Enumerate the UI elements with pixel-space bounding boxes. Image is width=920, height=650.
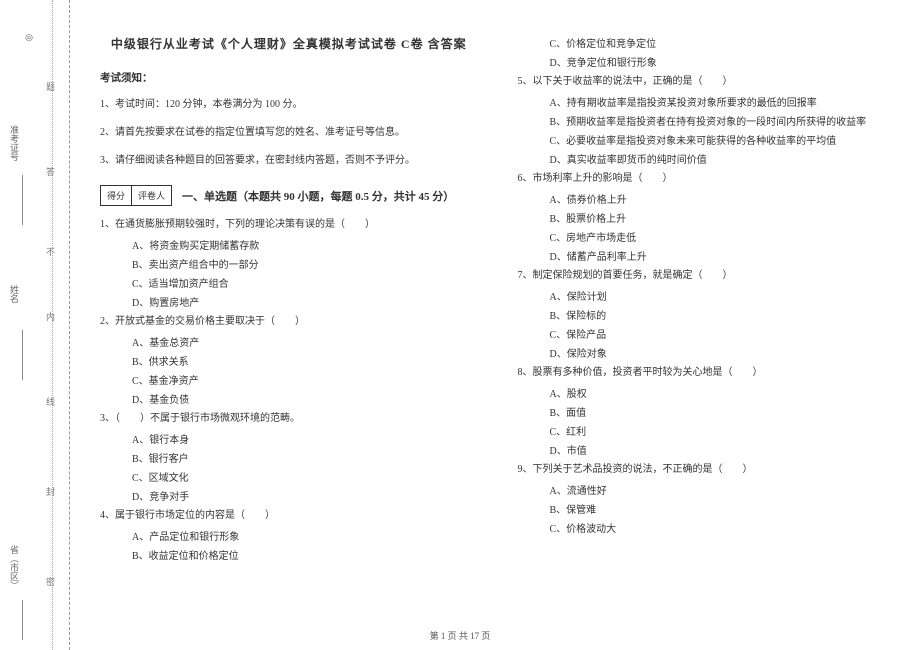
question-stem: 5、以下关于收益率的说法中，正确的是（ ） [518,73,896,90]
score-row: 得分 评卷人 一、单选题（本题共 90 小题，每题 0.5 分，共计 45 分） [100,185,478,206]
option: C、基金净资产 [100,372,478,391]
option: D、基金负债 [100,391,478,410]
seal-char: 封 [46,485,55,498]
option: C、保险产品 [518,326,896,345]
question-block: 9、下列关于艺术品投资的说法，不正确的是（ ） A、流通性好 B、保管难 C、价… [518,461,896,539]
question-stem: 9、下列关于艺术品投资的说法，不正确的是（ ） [518,461,896,478]
question-block: 1、在通货膨胀预期较强时，下列的理论决策有误的是（ ） A、将资金购买定期储蓄存… [100,216,478,313]
option: B、股票价格上升 [518,210,896,229]
option: B、面值 [518,404,896,423]
option: D、竞争定位和银行形象 [518,54,896,73]
question-stem: 6、市场利率上升的影响是（ ） [518,170,896,187]
score-label: 得分 [101,186,132,205]
option: D、真实收益率即货币的纯时间价值 [518,151,896,170]
option: B、供求关系 [100,353,478,372]
option: C、区域文化 [100,469,478,488]
page-footer: 第 1 页 共 17 页 [0,629,920,642]
option: C、红利 [518,423,896,442]
right-column: C、价格定位和竞争定位 D、竞争定位和银行形象 5、以下关于收益率的说法中，正确… [518,35,896,640]
question-block: 3、（ ）不属于银行市场微观环境的范畴。 A、银行本身 B、银行客户 C、区域文… [100,410,478,507]
question-block: 8、股票有多种价值，投资者平时较为关心地是（ ） A、股权 B、面值 C、红利 … [518,364,896,461]
binding-circle: ◎ [25,33,35,43]
option: A、产品定位和银行形象 [100,528,478,547]
content-area: 中级银行从业考试《个人理财》全真模拟考试试卷 C卷 含答案 考试须知： 1、考试… [70,0,920,650]
notice-item: 3、请仔细阅读各种题目的回答要求，在密封线内答题，否则不予评分。 [100,153,478,169]
option: C、价格波动大 [518,520,896,539]
option: A、银行本身 [100,431,478,450]
seal-char: 不 [46,245,55,258]
ticket-label: 准考证号 [8,125,21,161]
question-block: 2、开放式基金的交易价格主要取决于（ ） A、基金总资产 B、供求关系 C、基金… [100,313,478,410]
notice-item: 1、考试时间：120 分钟，本卷满分为 100 分。 [100,97,478,113]
option: A、股权 [518,385,896,404]
section-title: 一、单选题（本题共 90 小题，每题 0.5 分，共计 45 分） [182,188,454,204]
question-stem: 7、制定保险规划的首要任务，就是确定（ ） [518,267,896,284]
question-block: 5、以下关于收益率的说法中，正确的是（ ） A、持有期收益率是指投资某投资对象所… [518,73,896,170]
name-label: 姓名 [8,285,21,303]
option: A、债券价格上升 [518,191,896,210]
option: C、必要收益率是指投资对象未来可能获得的各种收益率的平均值 [518,132,896,151]
option: C、适当增加资产组合 [100,275,478,294]
question-stem: 2、开放式基金的交易价格主要取决于（ ） [100,313,478,330]
score-box: 得分 评卷人 [100,185,172,206]
option: A、持有期收益率是指投资某投资对象所要求的最低的回报率 [518,94,896,113]
question-stem: 8、股票有多种价值，投资者平时较为关心地是（ ） [518,364,896,381]
option: B、收益定位和价格定位 [100,547,478,566]
province-label: 省（市区） [8,545,21,590]
name-underline [22,330,23,380]
exam-page: ◎ 准考证号 姓名 省（市区） 题 答 不 内 线 封 密 中级银行从业考试《个… [0,0,920,650]
seal-char: 内 [46,310,55,323]
question-stem: 3、（ ）不属于银行市场微观环境的范畴。 [100,410,478,427]
left-column: 中级银行从业考试《个人理财》全真模拟考试试卷 C卷 含答案 考试须知： 1、考试… [100,35,478,640]
seal-char: 线 [46,395,55,408]
question-stem: 1、在通货膨胀预期较强时，下列的理论决策有误的是（ ） [100,216,478,233]
option: C、房地产市场走低 [518,229,896,248]
seal-char: 密 [46,575,55,588]
seal-char: 题 [46,80,55,93]
option: A、流通性好 [518,482,896,501]
option: A、基金总资产 [100,334,478,353]
notice-header: 考试须知： [100,70,478,85]
question-block: 7、制定保险规划的首要任务，就是确定（ ） A、保险计划 B、保险标的 C、保险… [518,267,896,364]
option: A、将资金购买定期储蓄存款 [100,237,478,256]
option: B、卖出资产组合中的一部分 [100,256,478,275]
option: D、购置房地产 [100,294,478,313]
option: D、市值 [518,442,896,461]
option: D、储蓄产品利率上升 [518,248,896,267]
option: B、银行客户 [100,450,478,469]
binding-margin: ◎ 准考证号 姓名 省（市区） 题 答 不 内 线 封 密 [0,0,70,650]
option: D、竞争对手 [100,488,478,507]
option: B、保管难 [518,501,896,520]
seal-char: 答 [46,165,55,178]
question-block: 6、市场利率上升的影响是（ ） A、债券价格上升 B、股票价格上升 C、房地产市… [518,170,896,267]
question-stem: 4、属于银行市场定位的内容是（ ） [100,507,478,524]
option: A、保险计划 [518,288,896,307]
question-block: 4、属于银行市场定位的内容是（ ） A、产品定位和银行形象 B、收益定位和价格定… [100,507,478,566]
option: B、预期收益率是指投资者在持有投资对象的一段时间内所获得的收益率 [518,113,896,132]
seal-dotted-line [52,0,53,650]
option: C、价格定位和竞争定位 [518,35,896,54]
notice-item: 2、请首先按要求在试卷的指定位置填写您的姓名、准考证号等信息。 [100,125,478,141]
reviewer-label: 评卷人 [132,186,171,205]
ticket-underline [22,175,23,225]
exam-title: 中级银行从业考试《个人理财》全真模拟考试试卷 C卷 含答案 [100,35,478,52]
option: B、保险标的 [518,307,896,326]
option: D、保险对象 [518,345,896,364]
